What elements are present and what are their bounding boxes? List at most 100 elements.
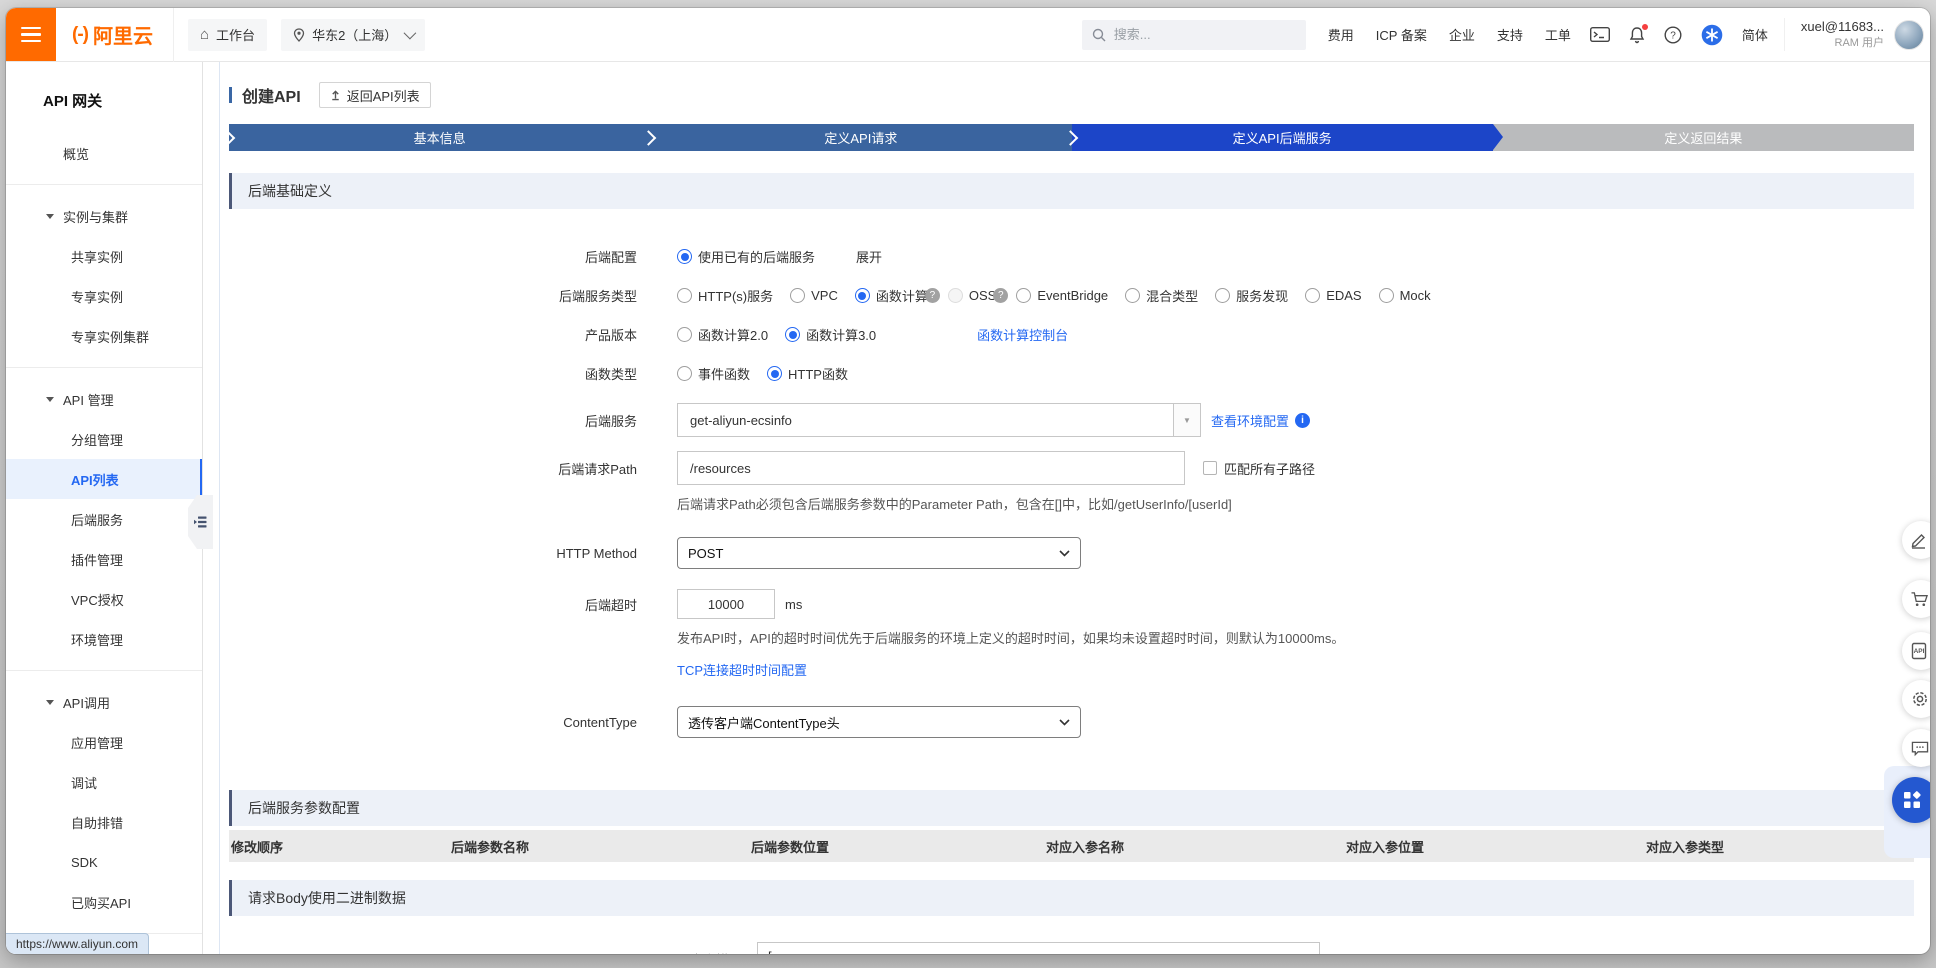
radio-function-type[interactable]: 事件函数 [677, 364, 750, 383]
radio-function-type[interactable]: HTTP函数 [767, 364, 848, 383]
backend-service-select[interactable]: get-aliyun-ecsinfo ▼ [677, 403, 1201, 437]
app-grid-button[interactable] [1892, 777, 1930, 823]
help-question-icon[interactable]: ? [925, 288, 940, 303]
sidebar-item[interactable]: 已购买API [6, 882, 202, 922]
section-header-backend-basic: 后端基础定义 [229, 173, 1914, 209]
sidebar-item[interactable]: API调用 [6, 682, 202, 722]
radio-label: 混合类型 [1146, 286, 1198, 305]
account-role: RAM 用户 [1801, 36, 1884, 51]
workbench-button[interactable]: ⌂ 工作台 [188, 19, 267, 51]
timeout-hint: 发布API时，API的超时时间优先于后端服务的环境上定义的超时时间，如果均未设置… [677, 628, 1914, 647]
fc-console-link[interactable]: 函数计算控制台 [977, 325, 1068, 344]
sidebar-item[interactable]: 自助排错 [6, 802, 202, 842]
wizard-step[interactable]: 定义API请求 [650, 124, 1071, 151]
home-icon: ⌂ [200, 27, 209, 42]
sidebar-item[interactable]: SDK [6, 842, 202, 882]
sidebar-item[interactable]: 分组管理 [6, 419, 202, 459]
search-box[interactable] [1082, 20, 1306, 50]
sidebar-item[interactable]: 共享实例 [6, 236, 202, 276]
sidebar-item[interactable] [6, 184, 202, 185]
product-version-row: 产品版本 函数计算2.0 函数计算3.0 [229, 325, 1914, 344]
radio-use-existing-backend[interactable]: 使用已有的后端服务 [677, 247, 815, 266]
radio-label: 函数计算 [876, 286, 928, 305]
radio-label: 事件函数 [698, 364, 750, 383]
notifications-bell-icon[interactable] [1629, 26, 1645, 44]
sidebar-item[interactable]: 插件管理 [6, 539, 202, 579]
http-method-select[interactable]: POST [677, 537, 1081, 569]
radio-product-version[interactable]: 函数计算3.0 [785, 325, 876, 344]
avatar[interactable] [1894, 20, 1924, 50]
wizard-step[interactable]: 基本信息 [229, 124, 650, 151]
page-title: 创建API [242, 83, 301, 107]
account-menu[interactable]: xuel@11683... RAM 用户 [1784, 18, 1884, 50]
cart-icon [1910, 591, 1930, 608]
info-icon[interactable]: i [1295, 413, 1310, 428]
sidebar-item[interactable] [6, 670, 202, 671]
sidebar-item-label: 概览 [63, 144, 89, 163]
field-label: HTTP Method [229, 546, 637, 561]
sidebar-item[interactable]: 概览 [6, 133, 202, 173]
sidebar-item[interactable]: VPC授权 [6, 579, 202, 619]
wizard-step[interactable]: 定义返回结果 [1493, 124, 1914, 151]
sidebar-item[interactable]: API列表 [6, 459, 202, 499]
topbar-link[interactable]: 工单 [1545, 25, 1571, 44]
aliyun-logo-text: 阿里云 [93, 20, 153, 49]
radio-service-type[interactable]: 函数计算 ? [855, 286, 948, 305]
radio-service-type[interactable]: EventBridge ? [1016, 288, 1108, 303]
expand-toggle[interactable]: 展开 [856, 247, 882, 266]
region-selector[interactable]: 华东2（上海） [281, 19, 425, 51]
radio-label: HTTP(s)服务 [698, 286, 773, 305]
match-subpath-checkbox[interactable] [1203, 461, 1217, 475]
radio-service-type[interactable]: VPC ? [790, 288, 838, 303]
cloudshell-icon[interactable] [1590, 27, 1610, 42]
wizard-step-label: 定义API请求 [824, 128, 897, 147]
radio-service-type[interactable]: 服务发现 ? [1215, 286, 1288, 305]
topbar-link[interactable]: 企业 [1449, 25, 1475, 44]
sidebar-item[interactable] [6, 367, 202, 368]
content-type-select[interactable]: 透传客户端ContentType头 [677, 706, 1081, 738]
timeout-input[interactable] [677, 589, 775, 619]
radio-service-type[interactable]: HTTP(s)服务 ? [677, 286, 773, 305]
arrow-up-icon [330, 89, 341, 101]
topbar-link[interactable]: 费用 [1328, 25, 1354, 44]
topbar-link[interactable]: ICP 备案 [1376, 25, 1427, 44]
help-icon[interactable]: ? [1664, 26, 1682, 44]
aliyun-logo[interactable]: (-) 阿里云 [56, 20, 173, 49]
sidebar-item[interactable]: 实例与集群 [6, 196, 202, 236]
sidebar-item[interactable]: 专享实例集群 [6, 316, 202, 356]
timeout-unit: ms [785, 597, 802, 612]
topbar-link[interactable]: 支持 [1497, 25, 1523, 44]
view-env-config-link[interactable]: 查看环境配置 [1211, 411, 1289, 430]
step-wizard: 基本信息 定义API请求 定义API后端服务 定义返回结果 [229, 124, 1914, 151]
help-question-icon[interactable]: ? [993, 288, 1008, 303]
tcp-timeout-config-link[interactable]: TCP连接超时时间配置 [677, 663, 807, 678]
sidebar-item[interactable]: 后端服务 [6, 499, 202, 539]
radio-service-type[interactable]: OSS ? [948, 288, 1016, 303]
menu-button[interactable] [6, 8, 56, 61]
support-asterisk-icon[interactable] [1701, 24, 1723, 46]
field-label: 后端超时 [229, 595, 637, 614]
sidebar-item[interactable]: 专享实例 [6, 276, 202, 316]
radio-product-version[interactable]: 函数计算2.0 [677, 325, 768, 344]
dropdown-arrow-icon[interactable]: ▼ [1173, 404, 1200, 436]
back-to-api-list-button[interactable]: 返回API列表 [319, 82, 431, 108]
backend-service-row: 后端服务 get-aliyun-ecsinfo ▼ 查看环境配置 i [229, 403, 1914, 437]
params-column-header: 对应入参类型 [1644, 837, 1914, 856]
radio-service-type[interactable]: Mock ? [1379, 288, 1431, 303]
search-input[interactable] [1114, 27, 1284, 42]
sidebar-collapse-handle[interactable] [188, 495, 213, 549]
sidebar-item[interactable]: 应用管理 [6, 722, 202, 762]
language-toggle[interactable]: 简体 [1742, 25, 1768, 44]
backend-path-input[interactable] [677, 451, 1185, 485]
section-header-backend-params: 后端服务参数配置 [229, 790, 1914, 826]
field-label: 产品版本 [229, 325, 637, 344]
content-type-row: ContentType 透传客户端ContentType头 [229, 706, 1914, 738]
body-description-textarea[interactable]: [ [757, 942, 1320, 954]
sidebar-item[interactable]: API 管理 [6, 379, 202, 419]
sidebar-item[interactable]: 调试 [6, 762, 202, 802]
radio-service-type[interactable]: EDAS ? [1305, 288, 1361, 303]
body-description-row: Body内容描述 [ [229, 942, 1914, 954]
sidebar-item[interactable]: 环境管理 [6, 619, 202, 659]
wizard-step[interactable]: 定义API后端服务 [1072, 124, 1493, 151]
radio-service-type[interactable]: 混合类型 ? [1125, 286, 1198, 305]
